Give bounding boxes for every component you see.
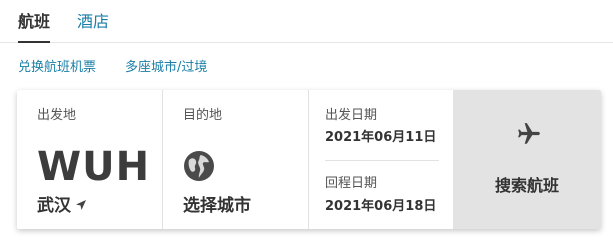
destination-city: 选择城市 xyxy=(183,196,251,216)
origin-label: 出发地 xyxy=(37,108,77,123)
flight-search-panel: 出发地 WUH 武汉 目的地 选择城市 出发日期 2021年06月11日 回程日… xyxy=(17,90,601,229)
tab-bar: 航班 酒店 xyxy=(0,0,613,43)
airplane-icon xyxy=(516,121,542,147)
return-date-field[interactable]: 回程日期 2021年06月18日 xyxy=(325,160,453,228)
redeem-flight-link[interactable]: 兑换航班机票 xyxy=(18,60,96,76)
destination-field[interactable]: 目的地 选择城市 xyxy=(163,90,309,229)
tab-flights[interactable]: 航班 xyxy=(18,12,51,43)
origin-city: 武汉 xyxy=(37,195,87,217)
origin-city-name: 武汉 xyxy=(37,196,71,216)
multi-city-link[interactable]: 多座城市/过境 xyxy=(125,60,207,76)
tab-hotels[interactable]: 酒店 xyxy=(77,12,109,32)
destination-label: 目的地 xyxy=(183,108,223,123)
globe-icon xyxy=(183,150,215,182)
return-date-label: 回程日期 xyxy=(325,176,378,191)
origin-field[interactable]: 出发地 WUH 武汉 xyxy=(17,90,163,229)
search-flights-button[interactable]: 搜索航班 xyxy=(453,90,601,229)
departure-date-field[interactable]: 出发日期 2021年06月11日 xyxy=(325,90,453,158)
search-flights-label: 搜索航班 xyxy=(494,176,559,195)
departure-date-label: 出发日期 xyxy=(325,108,378,123)
location-arrow-icon[interactable] xyxy=(75,195,87,217)
departure-date-value: 2021年06月11日 xyxy=(325,130,437,145)
origin-airport-code: WUH xyxy=(37,144,151,190)
return-date-value: 2021年06月18日 xyxy=(325,199,437,214)
dates-column: 出发日期 2021年06月11日 回程日期 2021年06月18日 xyxy=(309,90,453,229)
